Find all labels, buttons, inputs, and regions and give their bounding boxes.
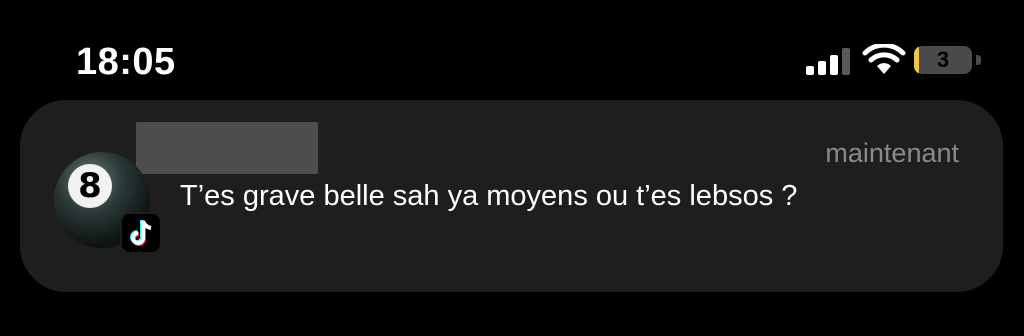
battery-indicator: 3 [914, 46, 972, 74]
status-time: 18:05 [76, 41, 176, 83]
battery-level: 3 [936, 47, 950, 72]
cellular-signal-icon [806, 48, 850, 75]
sender-name-redacted [136, 122, 318, 174]
battery-tip [976, 55, 981, 65]
notification-banner[interactable]: maintenant 8 T’es grave belle sah ya moy… [20, 100, 1003, 292]
notification-timestamp: maintenant [825, 138, 959, 168]
avatar-number: 8 [68, 164, 112, 208]
wifi-icon [862, 44, 906, 74]
status-bar: 18:05 3 [0, 0, 1024, 96]
tiktok-icon [120, 212, 162, 254]
notification-message: T’es grave belle sah ya moyens ou t’es l… [180, 180, 798, 212]
